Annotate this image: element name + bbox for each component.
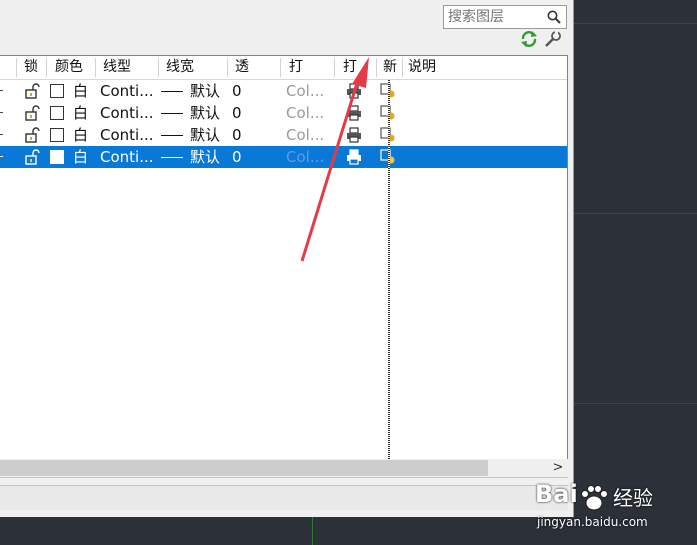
color-swatch[interactable] <box>50 106 64 120</box>
scrollbar-thumb[interactable] <box>0 460 488 476</box>
unlock-icon[interactable] <box>24 105 40 121</box>
layer-properties-panel: 锁 颜色 线型 线宽 透 打 打 新 说明 白 Conti... 默认 <box>0 0 574 517</box>
lineweight-value[interactable]: 默认 <box>190 80 220 102</box>
col-transparency[interactable]: 透 <box>235 56 249 79</box>
lineweight-sample <box>161 113 183 114</box>
watermark: Bai 经验 jingyan.baidu.com <box>535 480 695 540</box>
horizontal-scrollbar[interactable]: > <box>0 459 568 478</box>
linetype-value[interactable]: Conti... <box>100 80 156 102</box>
table-row[interactable]: 白 Conti... 默认 0 Col... <box>0 80 567 102</box>
tree-connector <box>0 156 3 157</box>
lineweight-value[interactable]: 默认 <box>190 124 220 146</box>
unlock-icon[interactable] <box>24 127 40 143</box>
table-header: 锁 颜色 线型 线宽 透 打 打 新 说明 <box>0 56 567 80</box>
watermark-brand-cn: 经验 <box>613 486 653 510</box>
lineweight-sample <box>161 135 183 136</box>
search-input[interactable] <box>446 7 546 27</box>
linetype-value[interactable]: Conti... <box>100 146 156 168</box>
watermark-brand: Bai <box>535 480 578 508</box>
printer-icon[interactable] <box>346 105 362 121</box>
tree-connector <box>0 112 3 113</box>
lineweight-sample <box>161 91 183 92</box>
table-row[interactable]: 白 Conti... 默认 0 Col... <box>0 102 567 124</box>
search-icon[interactable] <box>546 9 562 25</box>
transparency-value[interactable]: 0 <box>232 102 242 124</box>
linetype-value[interactable]: Conti... <box>100 124 156 146</box>
column-splitter[interactable] <box>388 80 390 460</box>
plot-style-value[interactable]: Col... <box>286 124 324 146</box>
printer-icon[interactable] <box>346 149 362 165</box>
col-lock[interactable]: 锁 <box>24 56 38 79</box>
lineweight-value[interactable]: 默认 <box>190 102 220 124</box>
lineweight-sample <box>161 157 183 158</box>
col-plot-style[interactable]: 打 <box>289 56 303 79</box>
transparency-value[interactable]: 0 <box>232 146 242 168</box>
color-swatch[interactable] <box>50 128 64 142</box>
paw-icon <box>581 485 608 511</box>
watermark-url: jingyan.baidu.com <box>537 515 648 529</box>
plot-style-value[interactable]: Col... <box>286 102 324 124</box>
linetype-value[interactable]: Conti... <box>100 102 156 124</box>
col-plot[interactable]: 打 <box>343 56 357 79</box>
col-lineweight[interactable]: 线宽 <box>166 56 194 79</box>
color-name[interactable]: 白 <box>73 102 88 124</box>
canvas-axis-line <box>312 517 313 545</box>
unlock-icon[interactable] <box>24 149 40 165</box>
col-color[interactable]: 颜色 <box>55 56 83 79</box>
tree-connector <box>0 134 3 135</box>
col-new-vp-freeze[interactable]: 新 <box>383 56 397 79</box>
printer-icon[interactable] <box>346 127 362 143</box>
layer-table: 锁 颜色 线型 线宽 透 打 打 新 说明 白 Conti... 默认 0 Co… <box>0 55 568 460</box>
table-row[interactable]: 白 Conti... 默认 0 Col... <box>0 124 567 146</box>
status-strip <box>0 485 568 510</box>
col-linetype[interactable]: 线型 <box>103 56 131 79</box>
printer-icon[interactable] <box>346 83 362 99</box>
wrench-icon[interactable] <box>543 30 563 48</box>
lineweight-value[interactable]: 默认 <box>190 146 220 168</box>
col-description[interactable]: 说明 <box>408 56 436 79</box>
plot-style-value[interactable]: Col... <box>286 80 324 102</box>
unlock-icon[interactable] <box>24 83 40 99</box>
transparency-value[interactable]: 0 <box>232 80 242 102</box>
color-name[interactable]: 白 <box>73 124 88 146</box>
tree-connector <box>0 90 3 91</box>
plot-style-value[interactable]: Col... <box>286 146 324 168</box>
table-row-selected[interactable]: 白 Conti... 默认 0 Col... <box>0 146 567 168</box>
color-swatch[interactable] <box>50 150 64 164</box>
scroll-right-button[interactable]: > <box>549 459 567 477</box>
color-swatch[interactable] <box>50 84 64 98</box>
search-box[interactable] <box>443 5 567 29</box>
color-name[interactable]: 白 <box>73 146 88 168</box>
color-name[interactable]: 白 <box>73 80 88 102</box>
transparency-value[interactable]: 0 <box>232 124 242 146</box>
refresh-icon[interactable] <box>519 30 539 48</box>
